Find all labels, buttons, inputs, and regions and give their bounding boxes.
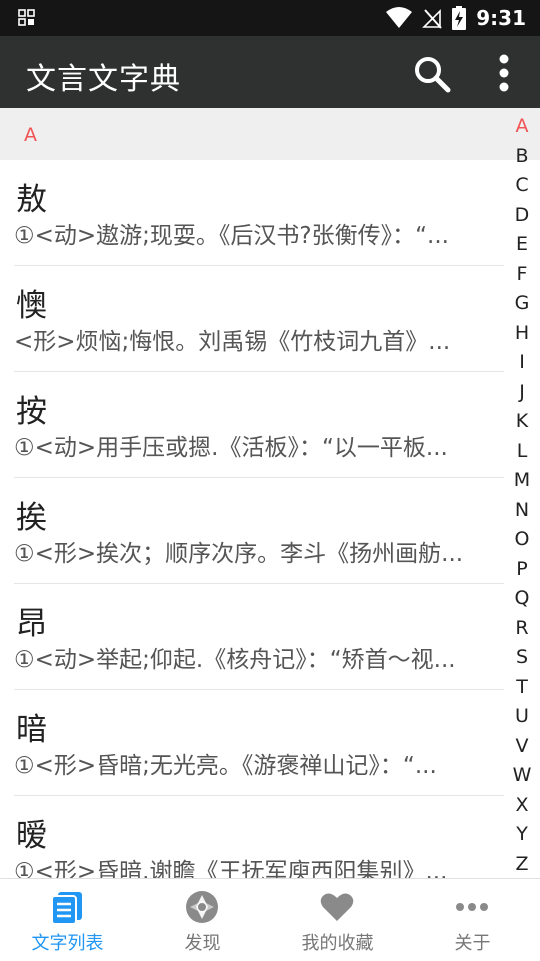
index-letter-r[interactable]: R [504, 614, 540, 644]
character: 敖 [16, 182, 47, 218]
index-letter-k[interactable]: K [504, 407, 540, 437]
index-letter-o[interactable]: O [504, 525, 540, 555]
list-item[interactable]: 懊 <形>烦恼;悔恨。刘禹锡《竹枝词九首》... [14, 266, 504, 372]
index-letter-v[interactable]: V [504, 732, 540, 762]
character: 暧 [16, 818, 47, 854]
list-icon [51, 892, 82, 925]
notification-icon [18, 9, 35, 26]
more-horizontal-icon [456, 903, 488, 911]
nav-tab-discover[interactable]: 发现 [135, 879, 270, 961]
index-letter-d[interactable]: D [504, 201, 540, 231]
nav-label: 文字列表 [31, 933, 104, 954]
index-letter-b[interactable]: B [504, 142, 540, 172]
section-header: A [0, 108, 540, 160]
definition: ①<形>昏暗;无光亮。《游褒禅山记》：“... [14, 753, 437, 779]
list-item[interactable]: 暗 ①<形>昏暗;无光亮。《游褒禅山记》：“... [14, 690, 504, 796]
list-item[interactable]: 敖 ①<动>遨游;现耍。《后汉书?张衡传》：“... [14, 160, 504, 266]
character: 懊 [16, 288, 47, 324]
index-letter-t[interactable]: T [504, 673, 540, 703]
status-bar: 9:31 [0, 0, 540, 36]
index-letter-n[interactable]: N [504, 496, 540, 526]
list-item[interactable]: 暧 ①<形>昏暗.谢瞻《王抚军庾西阳集别》... [14, 796, 504, 878]
definition: ①<动>用手压或摁.《活板》：“以一平板... [14, 435, 448, 461]
index-letter-c[interactable]: C [504, 171, 540, 201]
nav-label: 发现 [184, 933, 221, 954]
index-letter-q[interactable]: Q [504, 584, 540, 614]
heart-icon [320, 893, 354, 921]
app-bar: 文言文字典 [0, 36, 540, 108]
index-letter-z[interactable]: Z [504, 850, 540, 880]
nav-label: 关于 [454, 933, 491, 954]
index-letter-e[interactable]: E [504, 230, 540, 260]
index-letter-p[interactable]: P [504, 555, 540, 585]
definition: <形>烦恼;悔恨。刘禹锡《竹枝词九首》... [14, 329, 451, 355]
search-icon[interactable] [410, 52, 454, 96]
list-item[interactable]: 昂 ①<动>举起;仰起.《核舟记》：“矫首～视... [14, 584, 504, 690]
bottom-navigation: 文字列表 发现 我的收藏 关于 [0, 878, 540, 961]
status-time: 9:31 [476, 6, 526, 30]
index-letter-w[interactable]: W [504, 761, 540, 791]
no-signal-icon [422, 9, 442, 29]
battery-charging-icon [452, 6, 467, 30]
index-letter-g[interactable]: G [504, 289, 540, 319]
nav-tab-about[interactable]: 关于 [405, 879, 540, 961]
alphabet-index[interactable]: ABCDEFGHIJKLMNOPQRSTUVWXYZ [504, 112, 540, 878]
index-letter-f[interactable]: F [504, 260, 540, 290]
index-letter-a[interactable]: A [504, 112, 540, 142]
index-letter-i[interactable]: I [504, 348, 540, 378]
definition: ①<动>举起;仰起.《核舟记》：“矫首～视... [14, 647, 456, 673]
index-letter-l[interactable]: L [504, 437, 540, 467]
app-title: 文言文字典 [26, 62, 181, 97]
list-item[interactable]: 挨 ①<形>挨次；顺序次序。李斗《扬州画舫... [14, 478, 504, 584]
index-letter-m[interactable]: M [504, 466, 540, 496]
nav-tab-list[interactable]: 文字列表 [0, 879, 135, 961]
index-letter-s[interactable]: S [504, 643, 540, 673]
list-item[interactable]: 按 ①<动>用手压或摁.《活板》：“以一平板... [14, 372, 504, 478]
nav-tab-favorites[interactable]: 我的收藏 [270, 879, 405, 961]
definition: ①<形>挨次；顺序次序。李斗《扬州画舫... [14, 541, 464, 567]
section-letter: A [24, 124, 37, 146]
index-letter-x[interactable]: X [504, 791, 540, 821]
character-list: 敖 ①<动>遨游;现耍。《后汉书?张衡传》：“... 懊 <形>烦恼;悔恨。刘禹… [0, 160, 504, 878]
aperture-icon [186, 891, 218, 923]
index-letter-j[interactable]: J [504, 378, 540, 408]
definition: ①<动>遨游;现耍。《后汉书?张衡传》：“... [14, 223, 449, 249]
more-vertical-icon[interactable] [482, 52, 526, 96]
character: 昂 [16, 606, 47, 642]
index-letter-h[interactable]: H [504, 319, 540, 349]
character: 暗 [16, 712, 47, 748]
nav-label: 我的收藏 [301, 933, 374, 954]
definition: ①<形>昏暗.谢瞻《王抚军庾西阳集别》... [14, 859, 448, 878]
character: 按 [16, 394, 47, 430]
character: 挨 [16, 500, 47, 536]
index-letter-y[interactable]: Y [504, 820, 540, 850]
index-letter-u[interactable]: U [504, 702, 540, 732]
wifi-icon [386, 7, 413, 28]
